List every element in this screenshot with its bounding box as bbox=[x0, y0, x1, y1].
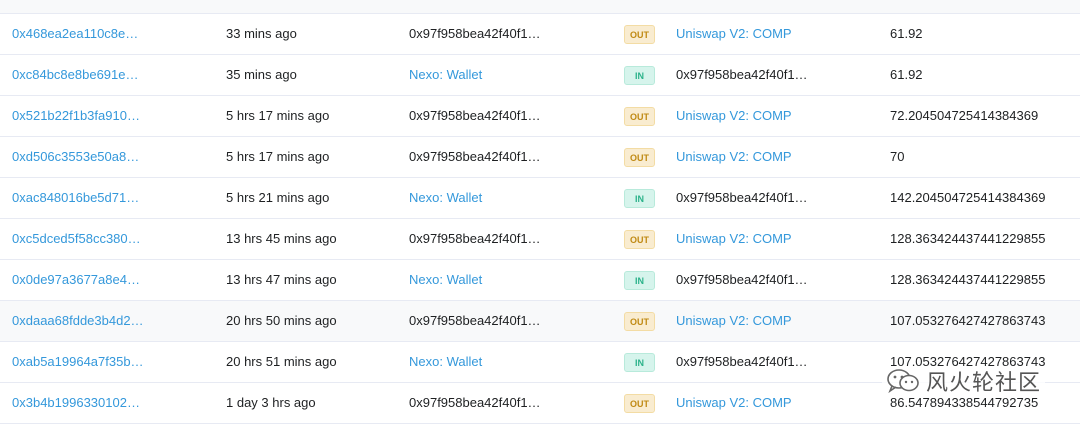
table-row: 0xdaaa68fdde3b4d2… 20 hrs 50 mins ago 0x97… bbox=[0, 301, 1080, 342]
table-body: 0x468ea2ea110c8e… 33 mins ago 0x97f958bea4… bbox=[0, 14, 1080, 424]
direction-cell: OUT bbox=[624, 96, 655, 136]
to-address-link[interactable]: Uniswap V2: COMP bbox=[676, 96, 792, 136]
txn-hash-link[interactable]: 0xdaaa68fdde3b4d2… bbox=[12, 301, 144, 341]
to-address-link[interactable]: Uniswap V2: COMP bbox=[676, 383, 792, 423]
table-row: 0xac848016be5d71… 5 hrs 21 mins ago Nexo: … bbox=[0, 178, 1080, 219]
from-address-text: 0x97f958bea42f40f1… bbox=[409, 395, 541, 410]
to-address-text: 0x97f958bea42f40f1… bbox=[676, 190, 808, 205]
direction-badge: IN bbox=[624, 353, 655, 372]
to-address-link[interactable]: Uniswap V2: COMP bbox=[676, 301, 792, 341]
direction-cell: IN bbox=[624, 342, 655, 382]
age-text: 1 day 3 hrs ago bbox=[226, 395, 316, 410]
direction-badge: IN bbox=[624, 66, 655, 85]
table-header bbox=[0, 0, 1080, 14]
to-address-link[interactable]: Uniswap V2: COMP bbox=[676, 14, 792, 54]
wechat-icon bbox=[886, 368, 920, 394]
from-address-link[interactable]: Nexo: Wallet bbox=[409, 342, 482, 382]
txn-hash-link[interactable]: 0xc5dced5f58cc380… bbox=[12, 219, 141, 259]
quantity-text: 142.204504725414384369 bbox=[890, 190, 1046, 205]
age-text: 13 hrs 47 mins ago bbox=[226, 272, 337, 287]
direction-badge: IN bbox=[624, 189, 655, 208]
quantity-text: 72.204504725414384369 bbox=[890, 108, 1039, 123]
txn-hash-link[interactable]: 0xab5a19964a7f35b… bbox=[12, 342, 144, 382]
quantity-text: 70 bbox=[890, 149, 905, 164]
token-transfers-table: 0x468ea2ea110c8e… 33 mins ago 0x97f958bea4… bbox=[0, 0, 1080, 424]
age-text: 13 hrs 45 mins ago bbox=[226, 231, 337, 246]
txn-hash-link[interactable]: 0xd506c3553e50a8… bbox=[12, 137, 139, 177]
direction-cell: IN bbox=[624, 178, 655, 218]
quantity-text: 61.92 bbox=[890, 26, 923, 41]
direction-badge: OUT bbox=[624, 230, 655, 249]
watermark: 风火轮社区 bbox=[881, 367, 1045, 396]
to-address-link[interactable]: Uniswap V2: COMP bbox=[676, 137, 792, 177]
age-text: 20 hrs 51 mins ago bbox=[226, 354, 337, 369]
txn-hash-link[interactable]: 0xc84bc8e8be691e… bbox=[12, 55, 139, 95]
from-address-text: 0x97f958bea42f40f1… bbox=[409, 108, 541, 123]
direction-badge: OUT bbox=[624, 107, 655, 126]
direction-cell: OUT bbox=[624, 383, 655, 423]
quantity-text: 128.363424437441229855 bbox=[890, 272, 1046, 287]
age-text: 35 mins ago bbox=[226, 67, 297, 82]
direction-badge: OUT bbox=[624, 25, 655, 44]
direction-badge: OUT bbox=[624, 312, 655, 331]
quantity-text: 128.363424437441229855 bbox=[890, 231, 1046, 246]
table-row: 0xc5dced5f58cc380… 13 hrs 45 mins ago 0x97… bbox=[0, 219, 1080, 260]
direction-cell: IN bbox=[624, 260, 655, 300]
to-address-text: 0x97f958bea42f40f1… bbox=[676, 354, 808, 369]
direction-cell: OUT bbox=[624, 137, 655, 177]
to-address-link[interactable]: Uniswap V2: COMP bbox=[676, 219, 792, 259]
txn-hash-link[interactable]: 0xac848016be5d71… bbox=[12, 178, 139, 218]
direction-badge: IN bbox=[624, 271, 655, 290]
direction-cell: OUT bbox=[624, 14, 655, 54]
age-text: 5 hrs 17 mins ago bbox=[226, 149, 330, 164]
table-row: 0x521b22f1b3fa910… 5 hrs 17 mins ago 0x97f… bbox=[0, 96, 1080, 137]
quantity-text: 61.92 bbox=[890, 67, 923, 82]
to-address-text: 0x97f958bea42f40f1… bbox=[676, 272, 808, 287]
direction-cell: IN bbox=[624, 55, 655, 95]
from-address-link[interactable]: Nexo: Wallet bbox=[409, 178, 482, 218]
from-address-text: 0x97f958bea42f40f1… bbox=[409, 149, 541, 164]
age-text: 33 mins ago bbox=[226, 26, 297, 41]
table-row: 0x468ea2ea110c8e… 33 mins ago 0x97f958bea4… bbox=[0, 14, 1080, 55]
direction-badge: OUT bbox=[624, 394, 655, 413]
table-row: 0xd506c3553e50a8… 5 hrs 17 mins ago 0x97f9… bbox=[0, 137, 1080, 178]
table-row: 0x0de97a3677a8e4… 13 hrs 47 mins ago Nexo:… bbox=[0, 260, 1080, 301]
txn-hash-link[interactable]: 0x0de97a3677a8e4… bbox=[12, 260, 140, 300]
txn-hash-link[interactable]: 0x3b4b1996330102… bbox=[12, 383, 140, 423]
from-address-text: 0x97f958bea42f40f1… bbox=[409, 313, 541, 328]
direction-cell: OUT bbox=[624, 219, 655, 259]
age-text: 20 hrs 50 mins ago bbox=[226, 313, 337, 328]
age-text: 5 hrs 17 mins ago bbox=[226, 108, 330, 123]
to-address-text: 0x97f958bea42f40f1… bbox=[676, 67, 808, 82]
from-address-link[interactable]: Nexo: Wallet bbox=[409, 260, 482, 300]
direction-cell: OUT bbox=[624, 301, 655, 341]
from-address-text: 0x97f958bea42f40f1… bbox=[409, 26, 541, 41]
txn-hash-link[interactable]: 0x468ea2ea110c8e… bbox=[12, 14, 138, 54]
quantity-text: 107.053276427427863743 bbox=[890, 313, 1046, 328]
table-row: 0xc84bc8e8be691e… 35 mins ago Nexo: Wallet… bbox=[0, 55, 1080, 96]
watermark-text: 风火轮社区 bbox=[925, 371, 1041, 396]
txn-hash-link[interactable]: 0x521b22f1b3fa910… bbox=[12, 96, 140, 136]
age-text: 5 hrs 21 mins ago bbox=[226, 190, 330, 205]
from-address-link[interactable]: Nexo: Wallet bbox=[409, 55, 482, 95]
from-address-text: 0x97f958bea42f40f1… bbox=[409, 231, 541, 246]
direction-badge: OUT bbox=[624, 148, 655, 167]
